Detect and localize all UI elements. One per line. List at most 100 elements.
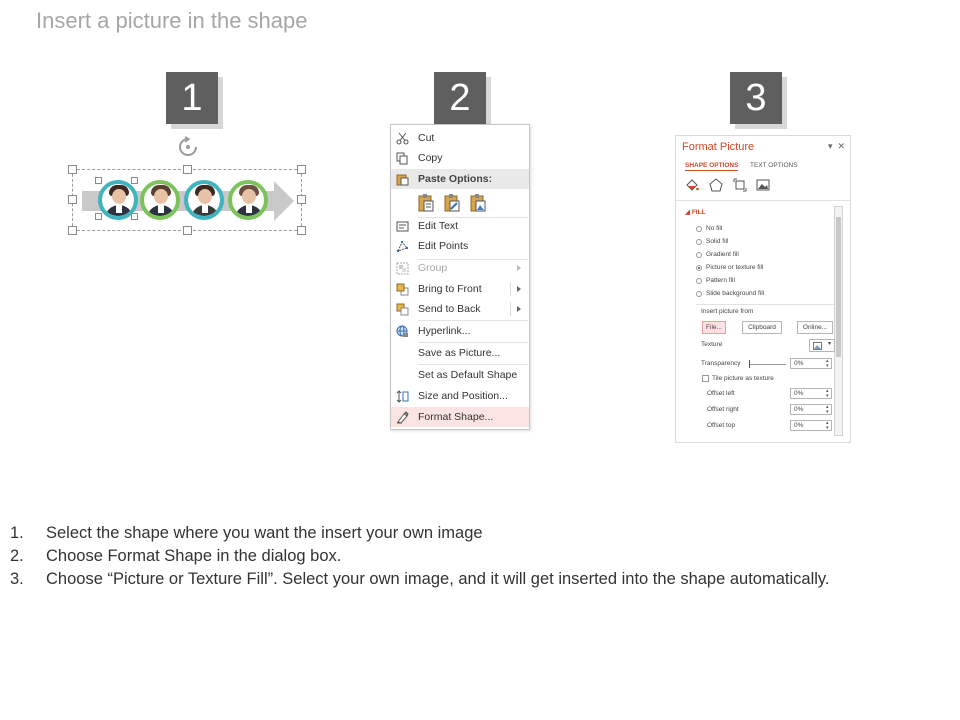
resize-handle[interactable] <box>131 177 138 184</box>
tile-checkbox[interactable] <box>702 375 709 382</box>
effects-icon[interactable] <box>709 178 723 192</box>
submenu-split <box>510 282 511 296</box>
menu-item-set-default-shape[interactable]: Set as Default Shape <box>391 365 529 385</box>
menu-item-hyperlink[interactable]: Hyperlink... <box>391 321 529 341</box>
scrollbar-thumb[interactable] <box>836 217 841 357</box>
submenu-split <box>510 302 511 316</box>
radio-button[interactable] <box>696 239 702 245</box>
radio-button[interactable] <box>696 291 702 297</box>
tab-shape-options[interactable]: SHAPE OPTIONS <box>685 162 739 171</box>
menu-item-send-to-back[interactable]: Send to Back <box>391 299 529 319</box>
pane-divider <box>676 200 850 201</box>
resize-handle[interactable] <box>131 213 138 220</box>
clipboard-button[interactable]: Clipboard <box>742 321 782 334</box>
radio-button-selected[interactable] <box>696 265 702 271</box>
resize-handle[interactable] <box>68 195 77 204</box>
menu-item-group[interactable]: Group <box>391 258 529 278</box>
paste-picture-icon[interactable] <box>469 193 487 213</box>
format-shape-icon <box>397 411 409 424</box>
menu-item-label: Edit Text <box>418 220 459 232</box>
paste-keep-source-icon[interactable] <box>417 193 435 213</box>
paste-use-destination-icon[interactable] <box>443 193 461 213</box>
fill-section-header[interactable]: ◢ FILL <box>685 208 706 216</box>
size-properties-icon[interactable] <box>733 178 747 192</box>
instruction-text: Choose Format Shape in the dialog box. <box>46 547 342 565</box>
resize-handle[interactable] <box>297 195 306 204</box>
offset-left-input[interactable]: 0% <box>790 388 832 399</box>
instruction-item: 1. Select the shape where you want the i… <box>10 522 950 545</box>
submenu-arrow-icon[interactable] <box>517 286 521 292</box>
texture-dropdown[interactable]: ▾ <box>809 339 835 352</box>
menu-item-bring-to-front[interactable]: Bring to Front <box>391 279 529 299</box>
menu-item-label: Edit Points <box>418 240 469 252</box>
paste-options-label: Paste Options: <box>418 173 493 185</box>
online-button[interactable]: Online... <box>797 321 833 334</box>
submenu-arrow-icon[interactable] <box>517 306 521 312</box>
format-picture-pane: Format Picture ▾ ✕ SHAPE OPTIONS TEXT OP… <box>675 135 851 443</box>
radio-label: Solid fill <box>706 238 729 245</box>
chevron-down-icon: ▾ <box>827 341 831 347</box>
resize-handle[interactable] <box>183 165 192 174</box>
context-menu: Cut Copy Paste Options: Edit Text Edit P… <box>390 124 530 430</box>
menu-item-label: Bring to Front <box>418 283 482 295</box>
menu-item-cut[interactable]: Cut <box>391 128 529 148</box>
pane-scrollbar[interactable] <box>834 206 843 436</box>
menu-item-label: Save as Picture... <box>418 347 501 359</box>
menu-item-copy[interactable]: Copy <box>391 148 529 168</box>
paste-icon <box>396 174 409 186</box>
radio-button[interactable] <box>696 278 702 284</box>
file-button[interactable]: File... <box>702 321 726 334</box>
offset-top-input[interactable]: 0% <box>790 420 832 431</box>
offset-right-input[interactable]: 0% <box>790 404 832 415</box>
transparency-input[interactable]: 0% <box>790 358 832 369</box>
resize-handle[interactable] <box>68 165 77 174</box>
resize-handle[interactable] <box>68 226 77 235</box>
offset-right-label: Offset right <box>707 406 739 413</box>
menu-item-label: Group <box>418 262 448 274</box>
menu-item-label: Set as Default Shape <box>418 369 518 381</box>
menu-item-edit-text[interactable]: Edit Text <box>391 216 529 236</box>
group-icon <box>396 262 409 275</box>
instruction-item: 3. Choose “Picture or Texture Fill”. Sel… <box>10 568 950 591</box>
menu-item-size-and-position[interactable]: Size and Position... <box>391 386 529 406</box>
instructions-list: 1. Select the shape where you want the i… <box>10 522 950 591</box>
pane-title: Format Picture <box>682 141 755 153</box>
fill-section-label: FILL <box>691 209 706 216</box>
edit-points-icon <box>397 241 408 252</box>
transparency-slider[interactable] <box>749 364 786 365</box>
resize-handle[interactable] <box>95 177 102 184</box>
instruction-text: Select the shape where you want the inse… <box>46 524 483 542</box>
menu-item-format-shape[interactable]: Format Shape... <box>391 407 529 427</box>
offset-top-label: Offset top <box>707 422 736 429</box>
size-position-icon <box>396 390 409 403</box>
step-badge-2: 2 <box>434 72 486 124</box>
radio-button[interactable] <box>696 226 702 232</box>
slider-thumb[interactable] <box>749 360 750 368</box>
tab-text-options[interactable]: TEXT OPTIONS <box>750 162 798 169</box>
menu-item-label: Copy <box>418 152 443 164</box>
fill-line-icon[interactable] <box>685 178 699 192</box>
resize-handle[interactable] <box>297 165 306 174</box>
picture-icon[interactable] <box>756 178 770 192</box>
resize-handle[interactable] <box>297 226 306 235</box>
rotate-handle-icon[interactable] <box>177 136 199 158</box>
bring-to-front-icon <box>396 283 409 296</box>
avatar-2[interactable] <box>140 180 180 220</box>
tile-label: Tile picture as texture <box>712 375 774 382</box>
avatar-4[interactable] <box>228 180 268 220</box>
menu-item-edit-points[interactable]: Edit Points <box>391 236 529 256</box>
scissors-icon <box>396 132 409 145</box>
texture-label: Texture <box>701 341 723 348</box>
radio-button[interactable] <box>696 252 702 258</box>
resize-handle[interactable] <box>183 226 192 235</box>
offset-left-label: Offset left <box>707 390 735 397</box>
resize-handle[interactable] <box>95 213 102 220</box>
section-divider <box>696 304 836 305</box>
instruction-number: 1. <box>10 524 24 542</box>
menu-item-save-as-picture[interactable]: Save as Picture... <box>391 343 529 363</box>
hyperlink-icon <box>396 325 408 337</box>
copy-icon <box>396 152 408 165</box>
menu-item-label: Cut <box>418 132 435 144</box>
pane-controls[interactable]: ▾ ✕ <box>828 141 845 152</box>
avatar-3[interactable] <box>184 180 224 220</box>
